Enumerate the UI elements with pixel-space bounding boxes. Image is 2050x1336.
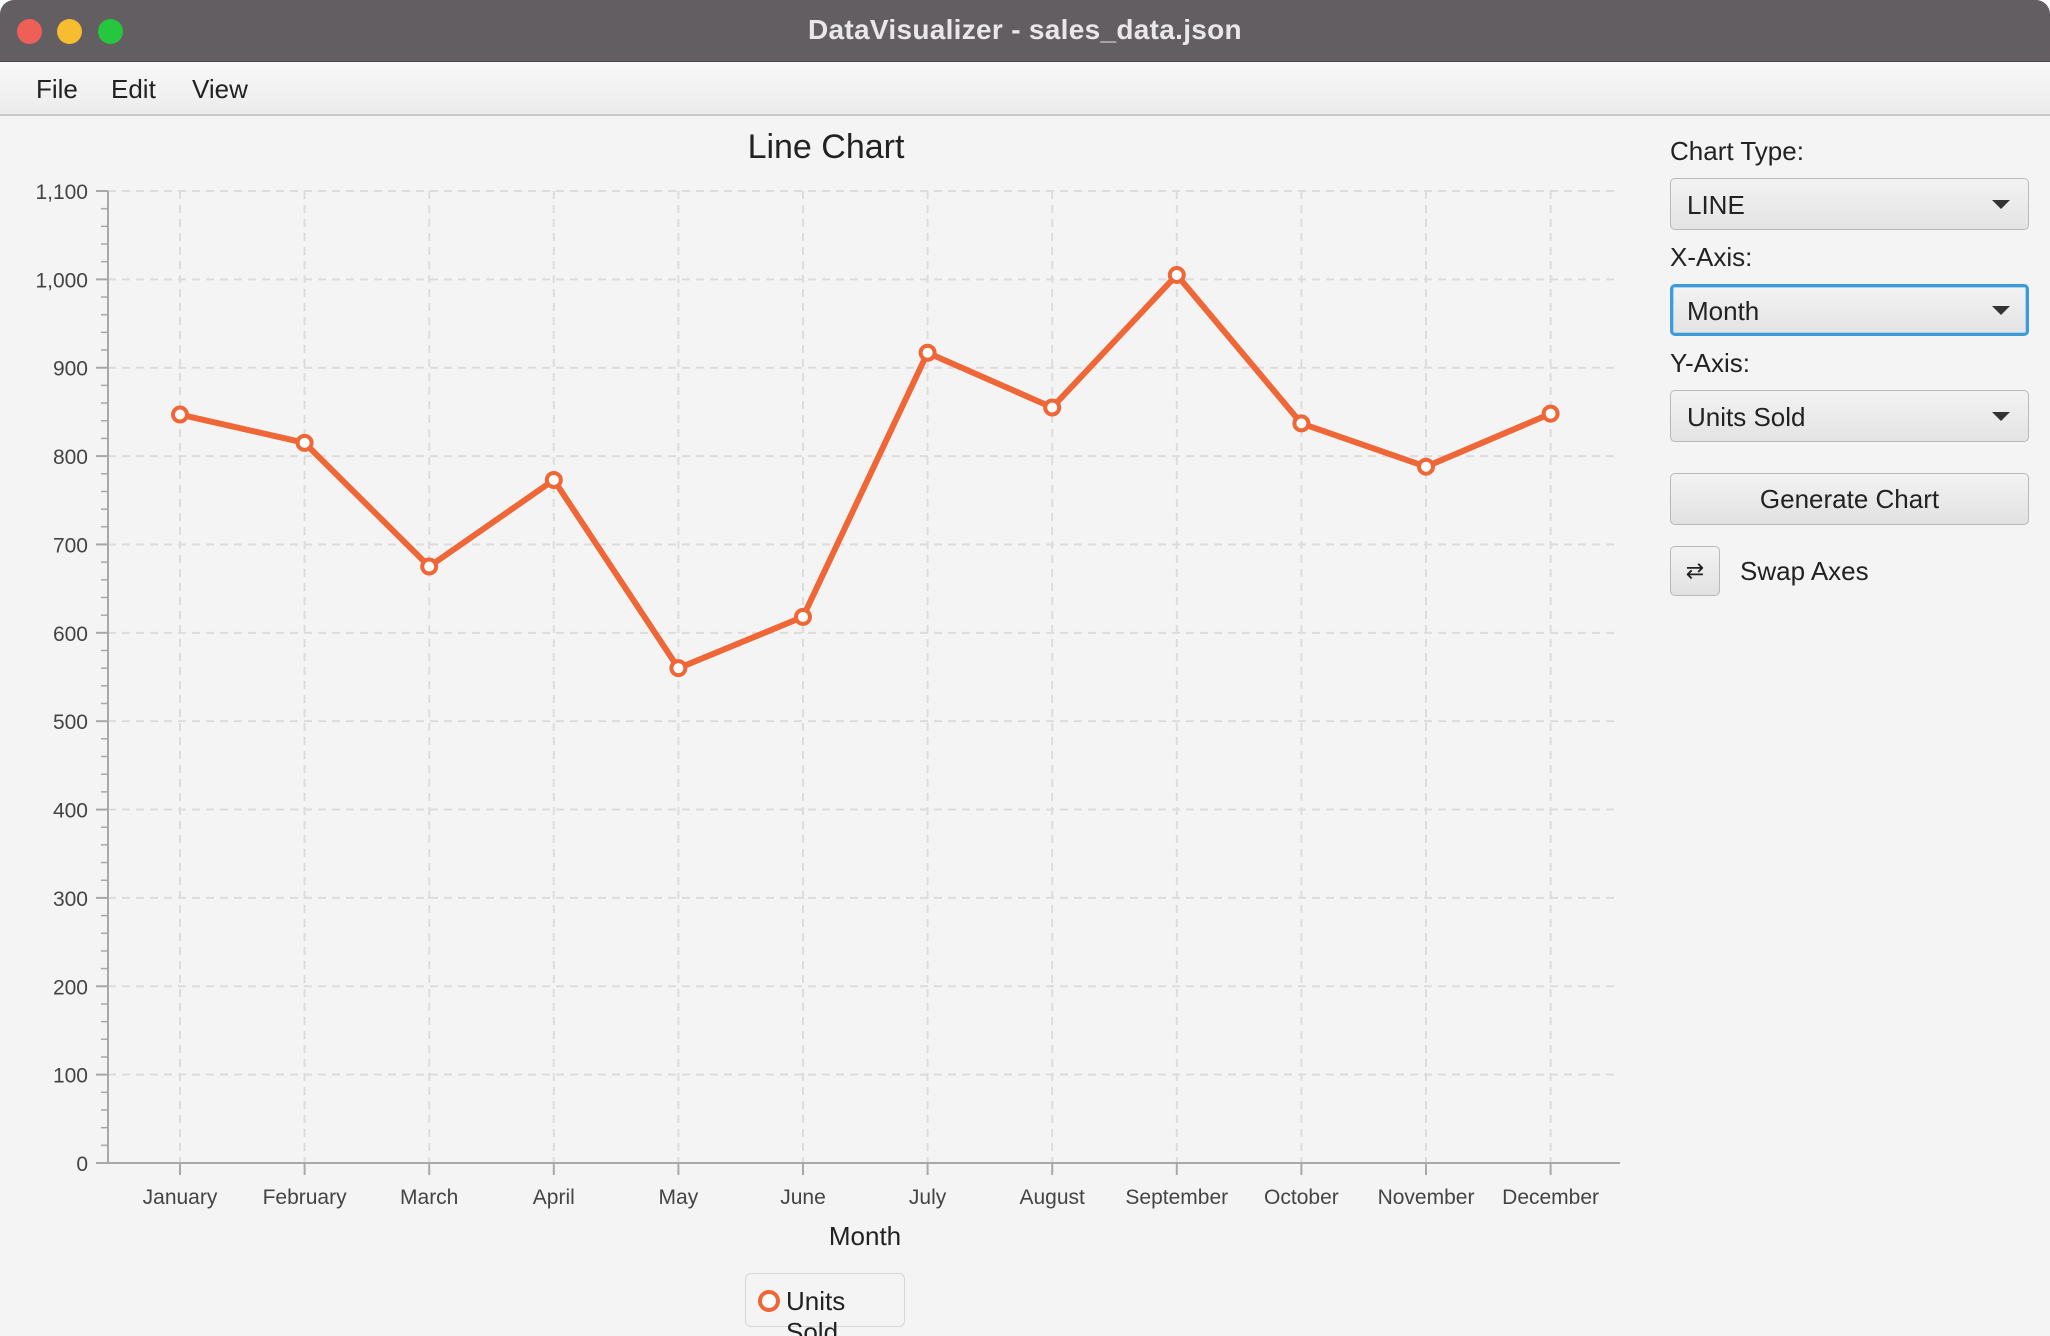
y-tick-label: 600 xyxy=(53,623,88,646)
data-point xyxy=(1167,265,1186,284)
y-tick-label: 0 xyxy=(76,1153,88,1176)
data-point xyxy=(295,433,314,452)
x-tick-label: January xyxy=(143,1186,218,1209)
chart-title: Line Chart xyxy=(748,128,905,166)
y-tick-label: 100 xyxy=(53,1065,88,1088)
y-tick-label: 1,000 xyxy=(35,269,88,292)
x-tick-label: December xyxy=(1502,1186,1599,1209)
x-axis-title: Month xyxy=(829,1221,901,1251)
menu-bar: File Edit View xyxy=(0,62,2050,116)
menu-edit[interactable]: Edit xyxy=(111,74,156,105)
y-tick-label: 200 xyxy=(53,976,88,999)
x-tick-label: September xyxy=(1125,1186,1228,1209)
x-tick-label: July xyxy=(909,1186,947,1209)
x-tick-label: February xyxy=(263,1186,348,1209)
y-axis-select[interactable]: Units Sold xyxy=(1670,390,2029,442)
data-point xyxy=(171,405,189,424)
line-chart: Line Chart 0 100 200 300 400 500 600 700 800 900 1… xyxy=(35,128,1620,1251)
swap-axes-label: Swap Axes xyxy=(1740,556,1869,586)
x-tick-label: March xyxy=(400,1186,458,1209)
legend-swatch-units-sold xyxy=(758,1290,780,1312)
chart-legend: Units Sold xyxy=(745,1273,905,1336)
chart-type-value: LINE xyxy=(1687,190,1745,220)
generate-chart-button[interactable]: Generate Chart xyxy=(1670,473,2029,525)
x-axis-label: X-Axis: xyxy=(1670,242,1753,272)
data-point xyxy=(794,607,812,626)
y-tick-label: 900 xyxy=(53,358,88,381)
x-tick-label: November xyxy=(1378,1186,1475,1209)
x-tick-label: May xyxy=(659,1186,699,1209)
x-tick-label: April xyxy=(533,1186,575,1209)
y-tick-label: 500 xyxy=(53,711,88,734)
chart-type-select[interactable]: LINE xyxy=(1670,178,2029,230)
data-point xyxy=(1292,414,1311,433)
data-point xyxy=(1043,398,1062,417)
legend-label-units-sold: Units Sold xyxy=(786,1286,846,1336)
x-tick-label: October xyxy=(1264,1186,1339,1209)
data-point xyxy=(1417,457,1435,476)
window-title: DataVisualizer - sales_data.json xyxy=(808,14,1242,45)
x-tick-label: June xyxy=(780,1186,826,1209)
y-axis-value: Units Sold xyxy=(1687,402,1806,432)
swap-axes-button[interactable]: ⇄ xyxy=(1670,546,1720,596)
x-tick-label: August xyxy=(1020,1186,1086,1209)
data-point xyxy=(1541,404,1560,423)
menu-file[interactable]: File xyxy=(36,74,78,105)
chevron-down-icon xyxy=(1992,306,2010,315)
data-point xyxy=(544,470,563,489)
chevron-down-icon xyxy=(1992,412,2010,421)
y-tick-label: 400 xyxy=(53,800,88,823)
title-bar[interactable]: DataVisualizer - sales_data.json xyxy=(0,0,2050,62)
y-tick-label: 700 xyxy=(53,534,88,557)
data-point xyxy=(918,343,937,362)
y-tick-label: 1,100 xyxy=(35,181,88,204)
y-axis-label: Y-Axis: xyxy=(1670,348,1750,378)
menu-view[interactable]: View xyxy=(192,74,248,105)
y-tick-label: 300 xyxy=(53,888,88,911)
data-point xyxy=(420,557,439,576)
swap-icon: ⇄ xyxy=(1685,558,1705,583)
series-line xyxy=(177,271,1554,672)
x-axis-select[interactable]: Month xyxy=(1670,284,2029,336)
data-point xyxy=(669,659,688,678)
y-tick-label: 800 xyxy=(53,446,88,469)
app-window: DataVisualizer - sales_data.json File Ed… xyxy=(0,0,2050,1336)
chevron-down-icon xyxy=(1992,200,2010,209)
chart-type-label: Chart Type: xyxy=(1670,136,1804,166)
x-axis-value: Month xyxy=(1687,296,1760,326)
